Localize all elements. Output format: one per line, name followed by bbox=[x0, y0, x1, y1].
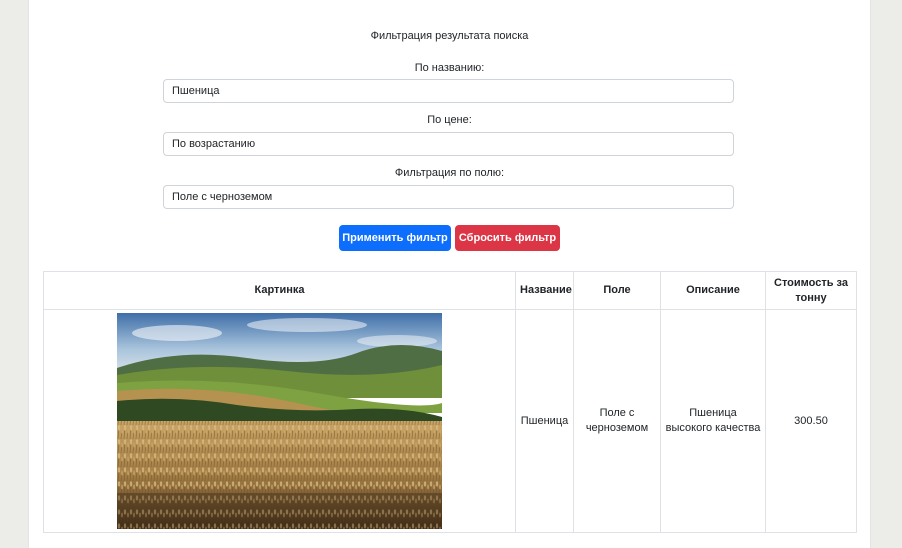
page-container: Фильтрация результата поиска По названию… bbox=[28, 0, 871, 548]
price-cell: 300.50 bbox=[765, 309, 857, 533]
name-cell: Пшеница bbox=[515, 309, 574, 533]
column-header-price: Стоимость за тонну bbox=[765, 271, 857, 310]
column-header-field: Поле bbox=[573, 271, 661, 310]
name-filter-input[interactable]: Пшеница bbox=[163, 79, 734, 103]
apply-filter-button[interactable]: Применить фильтр bbox=[339, 225, 451, 251]
filter-title: Фильтрация результата поиска bbox=[370, 30, 529, 42]
results-table: Картинка Название Поле Описание Стоимост… bbox=[43, 271, 857, 533]
column-header-image: Картинка bbox=[43, 271, 516, 310]
table-row: Пшеница Поле с черноземом Пшеница высоко… bbox=[43, 309, 857, 533]
column-header-description: Описание bbox=[660, 271, 766, 310]
field-cell: Поле с черноземом bbox=[573, 309, 661, 533]
price-filter-label: По цене: bbox=[427, 114, 472, 126]
reset-filter-button[interactable]: Сбросить фильтр bbox=[455, 225, 560, 251]
wheat-field-image bbox=[117, 313, 442, 529]
column-header-name: Название bbox=[515, 271, 574, 310]
name-filter-label: По названию: bbox=[414, 62, 485, 74]
field-filter-label: Фильтрация по полю: bbox=[394, 167, 505, 179]
price-sort-select[interactable]: По возрастанию bbox=[163, 132, 734, 156]
image-cell bbox=[43, 309, 516, 533]
description-cell: Пшеница высокого качества bbox=[660, 309, 766, 533]
table-header-row: Картинка Название Поле Описание Стоимост… bbox=[43, 271, 857, 310]
field-filter-select[interactable]: Поле с черноземом bbox=[163, 185, 734, 209]
